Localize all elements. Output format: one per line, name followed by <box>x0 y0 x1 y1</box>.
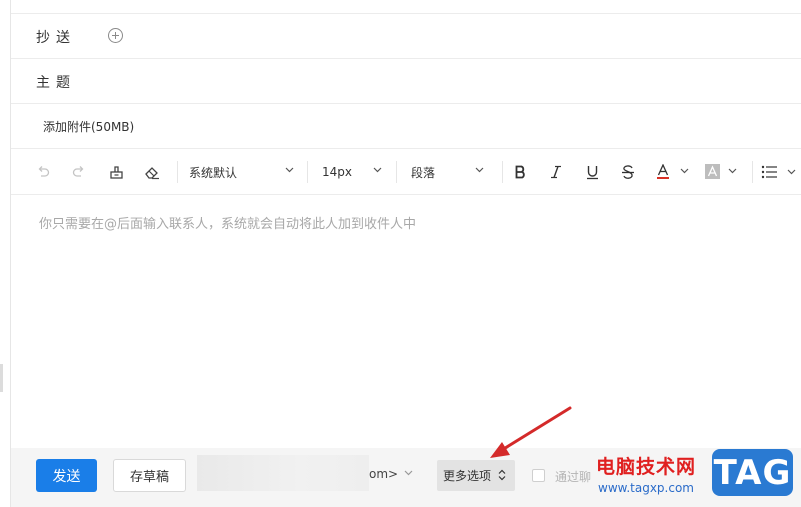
more-options-button[interactable]: 更多选项 <box>437 460 515 491</box>
to-row <box>11 0 801 14</box>
subject-row[interactable]: 主题 <box>11 59 801 104</box>
underline-icon[interactable] <box>582 149 602 195</box>
sender-address-tail: om> <box>369 467 399 481</box>
send-button[interactable]: 发送 <box>36 459 97 492</box>
attachment-row: 添加附件(50MB) <box>11 104 801 149</box>
strikethrough-icon[interactable] <box>618 149 638 195</box>
sender-address-blurred[interactable] <box>197 455 369 491</box>
chevron-down-icon <box>475 167 484 173</box>
toolbar-divider <box>307 161 308 183</box>
redo-icon[interactable] <box>69 149 89 195</box>
font-color-icon[interactable] <box>654 149 694 195</box>
send-via-chat-label: 通过聊 <box>555 470 592 484</box>
paragraph-value: 段落 <box>411 165 436 180</box>
watermark-url: www.tagxp.com <box>598 481 694 495</box>
font-size-value: 14px <box>322 165 352 179</box>
format-painter-icon[interactable] <box>106 149 126 195</box>
list-icon[interactable] <box>759 149 801 195</box>
chevron-down-icon <box>285 167 294 173</box>
editor-toolbar: 系统默认 14px 段落 <box>11 149 801 195</box>
font-size-select[interactable]: 14px <box>322 149 387 195</box>
toolbar-divider <box>177 161 178 183</box>
subject-label: 主题 <box>36 75 76 91</box>
paragraph-select[interactable]: 段落 <box>411 149 496 195</box>
cc-row[interactable]: 抄送 <box>11 14 801 59</box>
more-options-label: 更多选项 <box>443 469 492 483</box>
send-via-chat-checkbox[interactable] <box>532 469 545 482</box>
watermark-logo: TAG <box>712 449 793 496</box>
toolbar-divider <box>752 161 753 183</box>
add-attachment-link[interactable]: 添加附件(50MB) <box>43 118 134 135</box>
watermark-site-name: 电脑技术网 <box>596 456 697 478</box>
add-cc-icon[interactable] <box>108 28 123 43</box>
highlight-icon[interactable] <box>703 149 743 195</box>
editor-body-placeholder[interactable]: 你只需要在@后面输入联系人，系统就会自动将此人加到收件人中 <box>39 213 416 232</box>
font-family-select[interactable]: 系统默认 <box>189 149 299 195</box>
eraser-icon[interactable] <box>142 149 162 195</box>
cc-label: 抄送 <box>36 30 76 46</box>
bold-icon[interactable] <box>510 149 530 195</box>
save-draft-button[interactable]: 存草稿 <box>113 459 186 492</box>
italic-icon[interactable] <box>546 149 566 195</box>
font-family-value: 系统默认 <box>189 165 238 180</box>
up-down-chevron-icon <box>498 469 506 481</box>
chevron-down-icon <box>373 167 382 173</box>
toolbar-divider <box>396 161 397 183</box>
undo-icon[interactable] <box>33 149 53 195</box>
annotation-arrow-icon <box>490 406 572 458</box>
sidebar-collapse-handle[interactable] <box>0 364 3 392</box>
chevron-down-icon[interactable] <box>404 470 413 476</box>
toolbar-divider <box>502 161 503 183</box>
